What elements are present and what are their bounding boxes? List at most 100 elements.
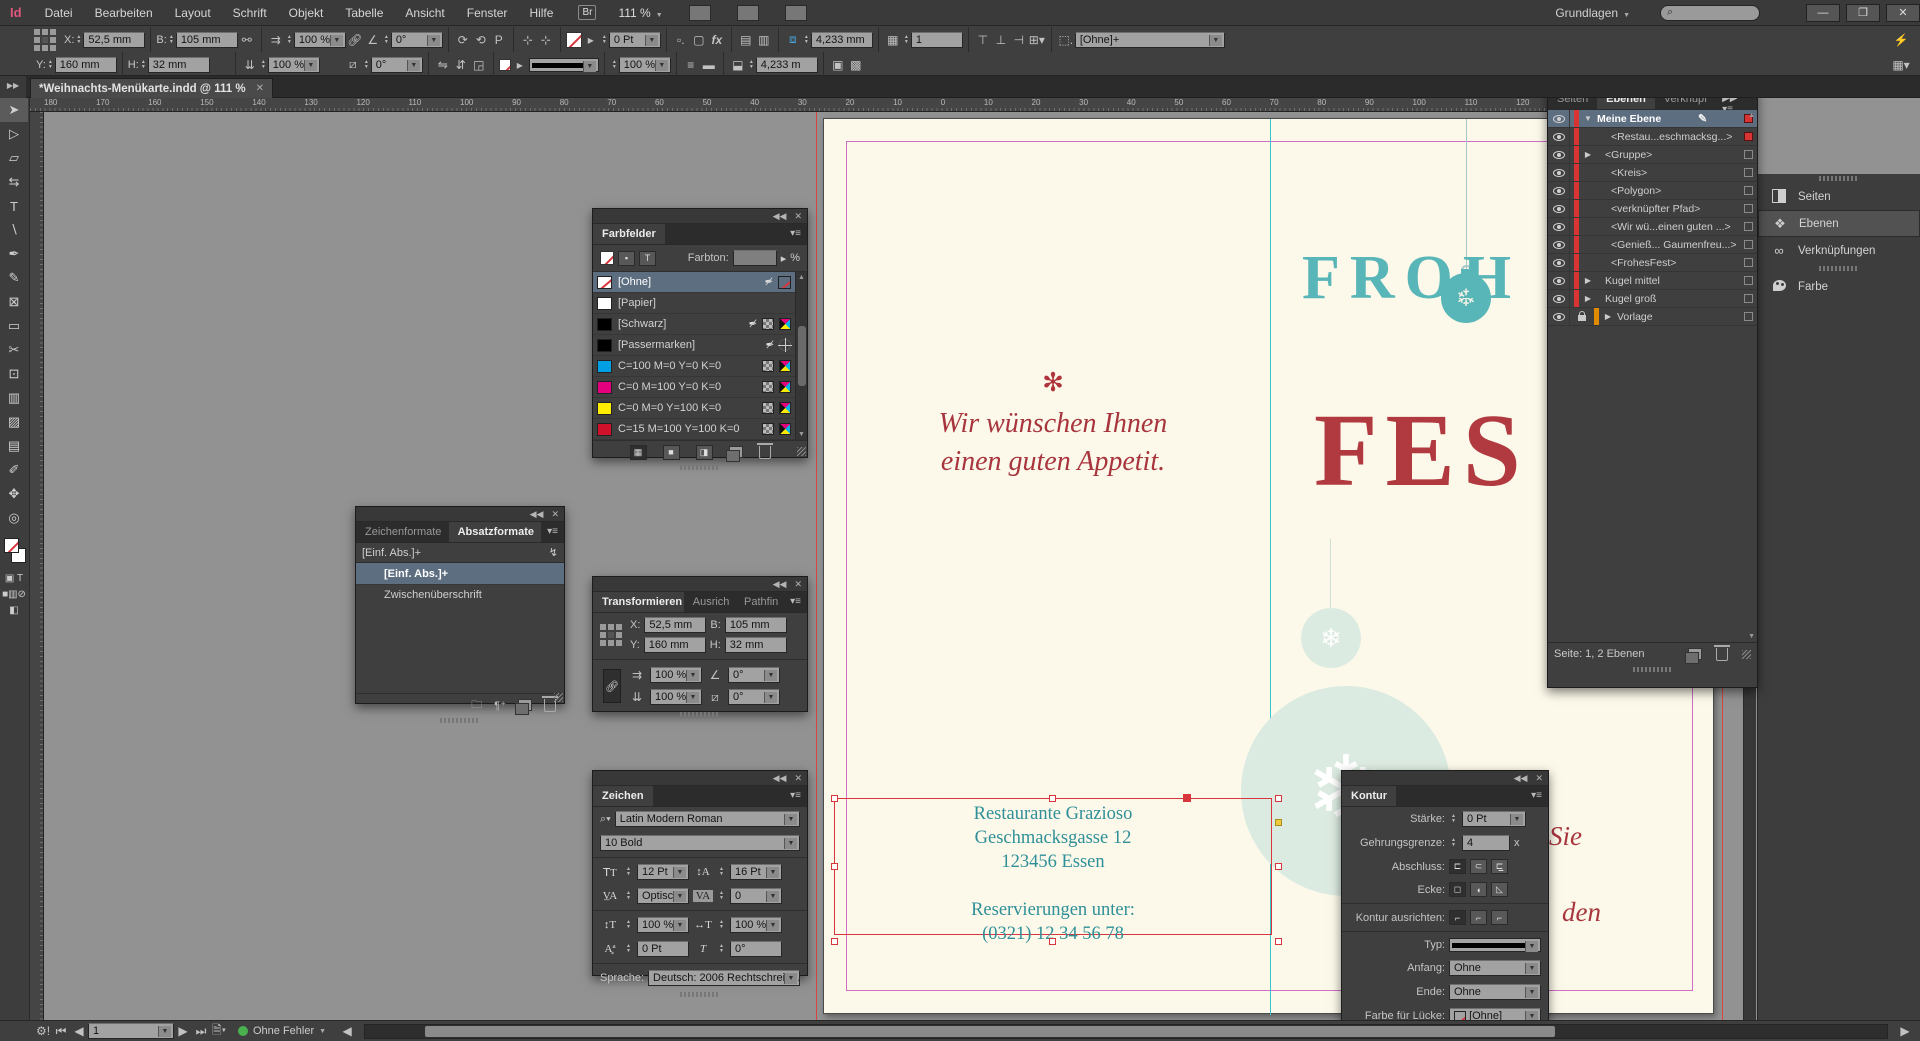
shadow-icon[interactable]: ▢ xyxy=(690,31,708,49)
type-tool[interactable]: T xyxy=(0,194,28,218)
scale-y-stepper[interactable] xyxy=(259,57,268,73)
skew-field[interactable]: 0° xyxy=(730,941,782,957)
stroke-weight-field[interactable]: 0 Pt xyxy=(1462,811,1526,827)
inset-bottom-stepper[interactable] xyxy=(747,57,756,73)
arrange-documents-icon[interactable] xyxy=(785,5,807,21)
align-center-icon[interactable]: ⊥ xyxy=(992,31,1010,49)
scroll-right-icon[interactable]: ▶ xyxy=(1896,1022,1914,1040)
visibility-eye-icon[interactable] xyxy=(1548,128,1570,145)
selected-text-frame[interactable]: Restaurante Grazioso Geschmacksgasse 12 … xyxy=(834,798,1272,935)
scissors-tool[interactable]: ✂ xyxy=(0,338,28,362)
frame-handle-bottom-right[interactable] xyxy=(1275,938,1282,945)
font-size-field[interactable]: 12 Pt xyxy=(637,864,689,880)
layer-row-frohesfest[interactable]: <FrohesFest> xyxy=(1548,254,1757,272)
inset-top-stepper[interactable] xyxy=(802,32,811,48)
new-layer-icon[interactable] xyxy=(1688,648,1702,660)
snap-options-icon[interactable]: ▦▾ xyxy=(1892,56,1910,74)
vertical-scale-stepper[interactable] xyxy=(624,917,633,933)
stroke-color-none-chip[interactable] xyxy=(566,32,582,48)
panel-drag-grip[interactable] xyxy=(1633,667,1673,672)
tab-seiten[interactable]: Seiten xyxy=(1548,98,1597,109)
frame-handle-mid-right[interactable] xyxy=(1275,863,1282,870)
delete-swatch-icon[interactable] xyxy=(759,446,771,459)
kerning-stepper[interactable] xyxy=(624,888,633,904)
fill-proxy-chip[interactable] xyxy=(600,251,614,265)
frame-fitting-icon[interactable]: ⧈ xyxy=(784,31,802,49)
butt-cap-icon[interactable]: ⊏ xyxy=(1449,859,1466,874)
page-number-field[interactable]: 1 xyxy=(88,1023,174,1039)
visibility-eye-icon[interactable] xyxy=(1548,164,1570,181)
screen-mode-icon[interactable]: ◧ xyxy=(0,602,28,618)
layers-scrollbar[interactable]: ▲▼ xyxy=(1745,110,1757,642)
horizontal-scale-stepper[interactable] xyxy=(717,917,726,933)
expander-icon[interactable]: ▶ xyxy=(1583,276,1593,285)
columns-stepper[interactable] xyxy=(902,32,911,48)
align-stroke-inside-icon[interactable]: ⌐ xyxy=(1470,910,1487,925)
menu-datei[interactable]: Datei xyxy=(34,0,84,26)
panel-menu-icon[interactable]: ▾≡ xyxy=(1525,786,1548,806)
close-panel-icon[interactable]: ✕ xyxy=(794,773,802,784)
scale-x-stepper[interactable] xyxy=(285,32,294,48)
rotation-stepper[interactable] xyxy=(382,32,391,48)
visibility-eye-icon[interactable] xyxy=(1548,308,1570,325)
vertical-scale-field[interactable]: 100 % xyxy=(637,917,689,933)
baseline-shift-field[interactable]: 0 Pt xyxy=(637,941,689,957)
scroll-thumb[interactable] xyxy=(798,326,806,386)
close-panel-icon[interactable]: ✕ xyxy=(1535,773,1543,784)
language-field[interactable]: Deutsch: 2006 Rechtschreibr... xyxy=(648,970,800,986)
swatch-row-passermarken[interactable]: [Passermarken] ✒̸ xyxy=(593,335,795,356)
layer-row-gruppe[interactable]: ▶ <Gruppe> xyxy=(1548,146,1757,164)
hand-tool[interactable]: ✥ xyxy=(0,482,28,506)
new-style-from-selection-icon[interactable]: ¶⁺ xyxy=(494,699,506,712)
show-color-swatches-icon[interactable]: ■ xyxy=(663,445,680,460)
skew-stepper[interactable] xyxy=(717,941,726,957)
align-bottom-icon[interactable]: ⊣ xyxy=(1010,31,1028,49)
apply-color-icons[interactable]: ■▥⊘ xyxy=(0,586,28,602)
card-headline-fest[interactable]: FES xyxy=(1314,391,1529,510)
layer-row-polygon[interactable]: <Polygon> xyxy=(1548,182,1757,200)
rotation-field[interactable]: 0° xyxy=(391,32,443,48)
vertical-justify-icon[interactable]: ▣ xyxy=(829,56,847,74)
rectangle-tool[interactable]: ▭ xyxy=(0,314,28,338)
visibility-eye-icon[interactable] xyxy=(1548,254,1570,271)
corner-options-icon[interactable]: ▫. xyxy=(672,31,690,49)
round-cap-icon[interactable]: ⊂ xyxy=(1470,859,1487,874)
round-join-icon[interactable]: ◖ xyxy=(1470,882,1487,897)
swatch-row-schwarz[interactable]: [Schwarz] ✒̸ xyxy=(593,314,795,335)
swatch-row-papier[interactable]: [Papier] xyxy=(593,293,795,314)
opacity-field[interactable]: 100 % xyxy=(619,57,671,73)
selection-tool[interactable]: ➤ xyxy=(0,98,28,122)
eyedropper-tool[interactable]: ✐ xyxy=(0,458,28,482)
dock-drag-grip[interactable] xyxy=(1819,176,1859,181)
visibility-eye-icon[interactable] xyxy=(1548,272,1570,289)
shear-stepper[interactable] xyxy=(362,57,371,73)
link-scale-icon[interactable]: 🔗︎ xyxy=(346,31,364,49)
fill-stroke-proxy[interactable] xyxy=(0,536,29,570)
quick-apply-icon[interactable]: ⚡ xyxy=(1892,31,1910,49)
tab-absatzformate[interactable]: Absatzformate xyxy=(449,522,542,542)
expander-icon[interactable]: ▶ xyxy=(1583,150,1593,159)
frame-handle-top-center[interactable] xyxy=(1049,795,1056,802)
layer-row-meine-ebene[interactable]: ▼ Meine Ebene ✎ xyxy=(1548,110,1757,128)
frame-handle-top-right[interactable] xyxy=(1275,795,1282,802)
baseline-grid-icon[interactable]: ▬ xyxy=(700,56,718,74)
font-search-icon[interactable]: ⌕▾ xyxy=(600,813,611,826)
columns-field[interactable]: 1 xyxy=(911,32,963,48)
layer-row-kugel-mittel[interactable]: ▶ Kugel mittel xyxy=(1548,272,1757,290)
line-tool[interactable]: ∖ xyxy=(0,218,28,242)
visibility-eye-icon[interactable] xyxy=(1548,110,1570,127)
dock-item-ebenen[interactable]: ❖ Ebenen xyxy=(1758,210,1920,237)
page-tool[interactable]: ▱ xyxy=(0,146,28,170)
font-size-stepper[interactable] xyxy=(624,864,633,880)
previous-page-icon[interactable]: ◀ xyxy=(70,1022,88,1040)
transform-width-field[interactable]: 105 mm xyxy=(725,617,787,633)
swatch-row-cyan[interactable]: C=100 M=0 Y=0 K=0 xyxy=(593,356,795,377)
free-transform-tool[interactable]: ⊡ xyxy=(0,362,28,386)
menu-tabelle[interactable]: Tabelle xyxy=(334,0,394,26)
tab-verknuepfungen[interactable]: Verknüpf xyxy=(1655,98,1716,109)
rotate-cw-icon[interactable]: ⟳ xyxy=(454,31,472,49)
direct-selection-tool[interactable]: ▷ xyxy=(0,122,28,146)
delete-layer-icon[interactable] xyxy=(1716,648,1728,661)
new-style-icon[interactable] xyxy=(518,699,532,711)
expander-icon[interactable]: ▶ xyxy=(1603,312,1613,321)
